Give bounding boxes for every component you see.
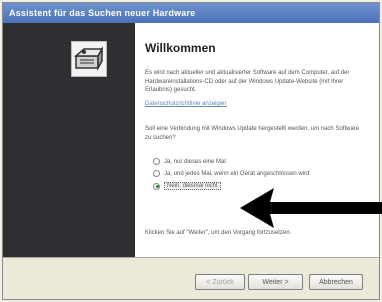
option-label: Ja, und jedes Mal, wenn ein Gerät angesc… xyxy=(164,170,310,177)
cancel-button[interactable]: Abbrechen xyxy=(309,274,363,290)
button-bar: < Zurück Weiter > Abbrechen xyxy=(3,258,379,299)
question-text: Soll eine Verbindung mit Windows Update … xyxy=(145,126,360,141)
radio-yes-once[interactable] xyxy=(153,158,160,165)
wizard-window: Assistent für das Suchen neuer Hardware … xyxy=(2,2,380,300)
option-label: Nein, diesmal nicht xyxy=(164,182,221,190)
intro-text: Es wird nach aktueller und aktualisierte… xyxy=(145,70,350,93)
back-button[interactable]: < Zurück xyxy=(195,274,245,290)
window-title: Assistent für das Suchen neuer Hardware xyxy=(9,8,196,18)
radio-yes-always[interactable] xyxy=(153,170,160,177)
option-yes-once[interactable]: Ja, nur dieses eine Mal xyxy=(153,158,226,165)
hardware-wizard-icon xyxy=(71,41,107,77)
arrow-pointer-icon xyxy=(240,188,382,228)
option-no[interactable]: Nein, diesmal nicht xyxy=(153,182,221,190)
continue-instruction: Klicken Sie auf "Weiter", um den Vorgang… xyxy=(145,230,292,236)
next-button[interactable]: Weiter > xyxy=(248,274,303,290)
option-yes-always[interactable]: Ja, und jedes Mal, wenn ein Gerät angesc… xyxy=(153,170,309,177)
wizard-side-panel xyxy=(3,23,135,257)
privacy-link[interactable]: Datenschutzrichtlinie anzeigen xyxy=(145,101,226,107)
title-bar[interactable]: Assistent für das Suchen neuer Hardware xyxy=(3,3,379,23)
radio-no[interactable] xyxy=(153,182,160,190)
option-label: Ja, nur dieses eine Mal xyxy=(164,158,226,165)
page-title: Willkommen xyxy=(145,41,216,55)
